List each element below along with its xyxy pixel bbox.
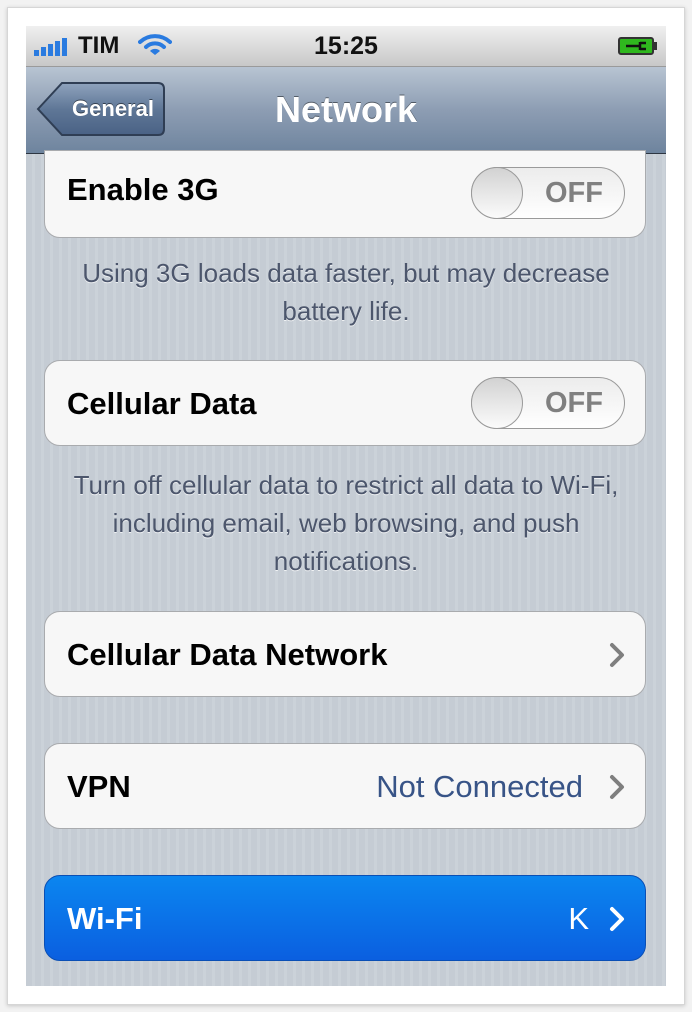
enable-3g-footnote: Using 3G loads data faster, but may decr…	[82, 258, 610, 326]
battery-charging-icon	[618, 37, 657, 55]
chevron-right-icon	[610, 907, 624, 931]
toggle-state-label: OFF	[545, 387, 603, 419]
vpn-label: VPN	[67, 769, 131, 804]
cellular-data-footnote: Turn off cellular data to restrict all d…	[73, 470, 619, 576]
back-button-general[interactable]: General	[36, 81, 166, 137]
vpn-row[interactable]: VPN Not Connected	[44, 743, 646, 829]
status-time: 15:25	[314, 32, 378, 60]
toggle-state-label: OFF	[545, 177, 603, 209]
wifi-network-name: K	[568, 901, 589, 936]
cellular-data-network-row[interactable]: Cellular Data Network	[44, 611, 646, 697]
cellular-data-label: Cellular Data	[67, 386, 257, 421]
cellular-data-row: Cellular Data OFF	[44, 360, 646, 446]
phone-screen: TIM 15:25 General Network Enable 3G OFF …	[26, 26, 666, 986]
wifi-row[interactable]: Wi-Fi K	[44, 875, 646, 961]
vpn-status: Not Connected	[376, 769, 583, 804]
enable-3g-label: Enable 3G	[67, 172, 219, 207]
navigation-bar: General Network	[26, 67, 666, 154]
enable-3g-toggle[interactable]: OFF	[471, 167, 625, 219]
chevron-right-icon	[610, 643, 624, 667]
toggle-knob	[471, 167, 523, 219]
toggle-knob	[471, 377, 523, 429]
wifi-label: Wi-Fi	[67, 901, 143, 936]
page-title: Network	[274, 89, 418, 130]
cellular-data-network-label: Cellular Data Network	[67, 637, 388, 672]
chevron-right-icon	[610, 775, 624, 799]
enable-3g-row: Enable 3G OFF	[44, 150, 646, 238]
cellular-data-toggle[interactable]: OFF	[471, 377, 625, 429]
back-button-label: General	[72, 96, 154, 121]
status-bar: TIM 15:25	[26, 26, 666, 67]
